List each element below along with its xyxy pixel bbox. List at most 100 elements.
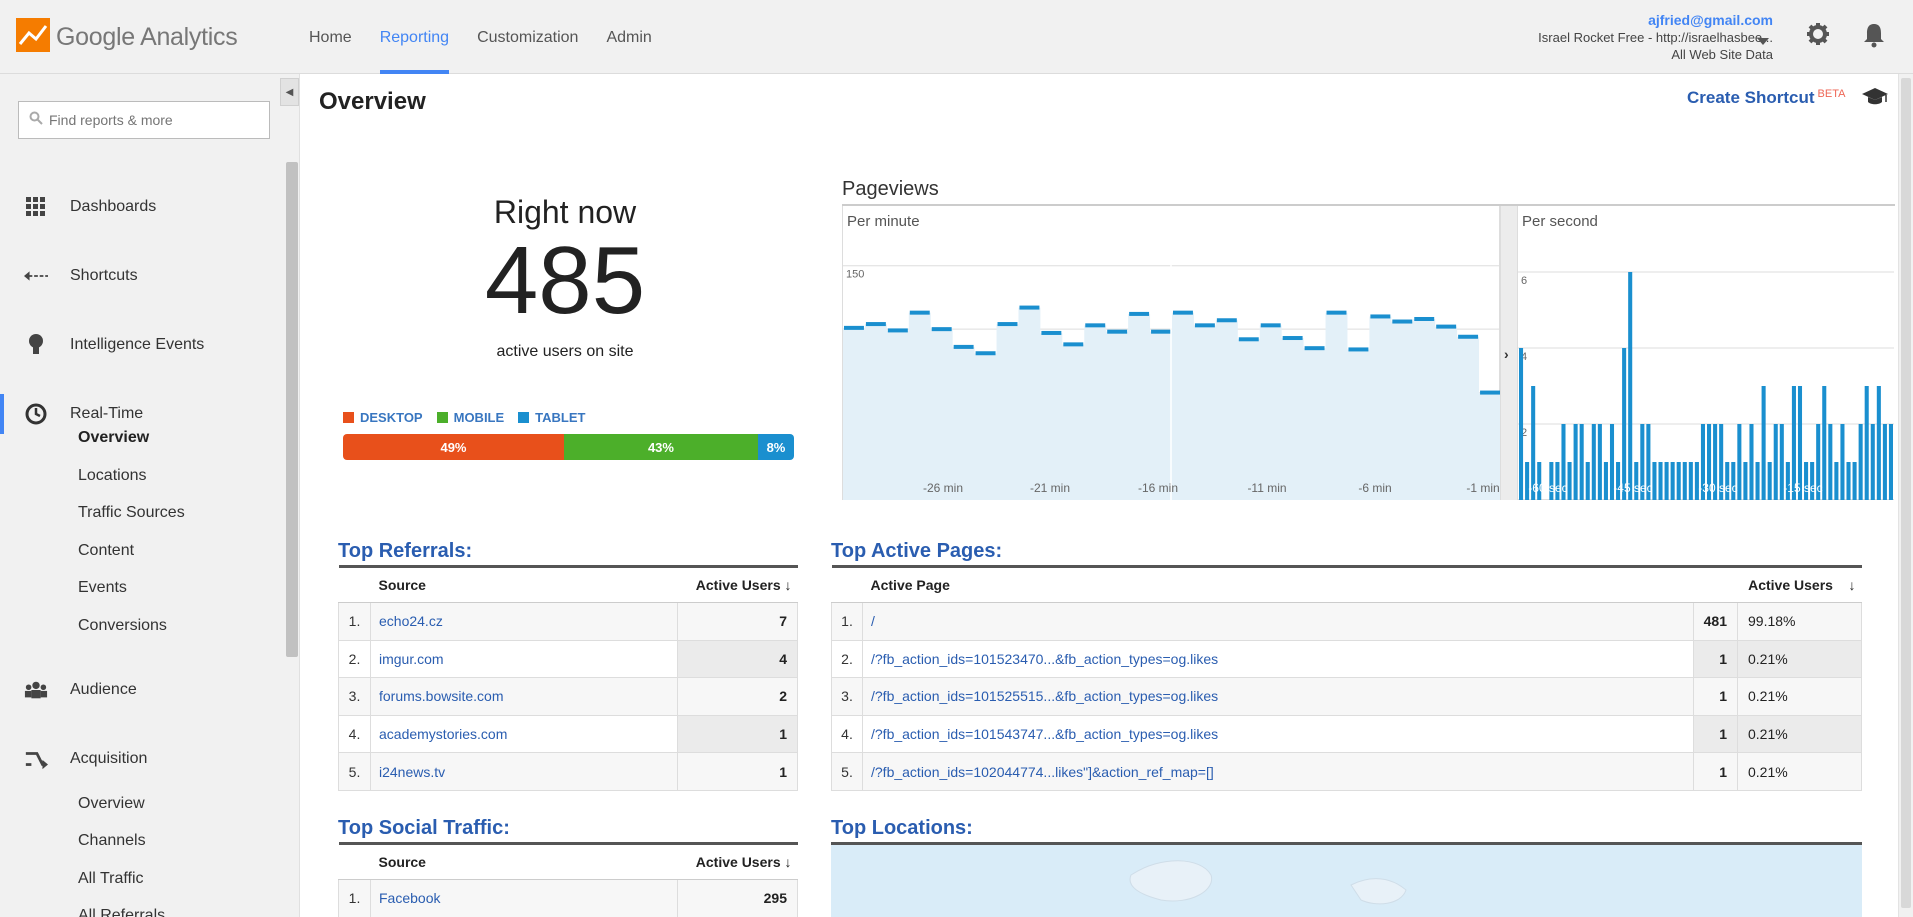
per-minute-step [1458,334,1479,339]
sidebar-sub-locations[interactable]: Locations [78,467,147,485]
row-index: 1. [338,879,371,917]
active-page-link[interactable]: / [862,602,1694,641]
col-active-users-header[interactable]: Active Users ↓ [677,843,798,880]
per-minute-step [1238,337,1259,342]
shortcuts-arrow-icon [24,264,48,288]
table-row: 4./?fb_action_ids=101543747...&fb_action… [831,714,1862,754]
per-second-bar [1846,462,1851,500]
legend-desktop-swatch [343,412,354,423]
active-users-value: 4 [677,639,798,679]
table-row: 3. forums.bowsite.com 2 [338,677,798,716]
legend-tablet-swatch [518,412,530,423]
account-selector[interactable]: ajfried@gmail.com Israel Rocket Free - h… [1538,12,1773,63]
sidebar-sub-traffic-sources[interactable]: Traffic Sources [78,504,185,522]
per-second-bar [1591,424,1596,500]
locations-map[interactable] [831,842,1862,917]
active-users-value: 1 [1693,639,1738,679]
col-active-users-header[interactable]: Active Users ↓ [677,566,798,603]
account-dropdown-icon[interactable] [1757,33,1769,51]
table-row: 5./?fb_action_ids=102044774...likes"]&ac… [831,752,1862,791]
sidebar-item-acquisition[interactable]: Acquisition [0,739,280,779]
graduation-cap-icon[interactable] [1862,86,1888,111]
active-users-count: 485 [484,227,646,334]
sidebar-sub-acq-overview[interactable]: Overview [78,795,145,813]
legend-mobile-label: MOBILE [453,410,505,425]
x-tick-label: -26 min [923,481,963,495]
sidebar-sub-all-referrals[interactable]: All Referrals [78,907,165,917]
sidebar-sub-content[interactable]: Content [78,542,134,560]
sidebar-sub-realtime-overview[interactable]: Overview [78,429,149,447]
settings-gear-icon[interactable] [1806,22,1830,51]
row-index: 2. [831,639,863,679]
active-users-label: active users on site [496,343,634,360]
collapse-sidebar-button[interactable]: ◀ [280,78,299,106]
chart-expand-handle[interactable]: › [1500,206,1518,500]
sidebar-sub-channels[interactable]: Channels [78,832,146,850]
per-second-bar [1749,424,1754,500]
active-page-link[interactable]: /?fb_action_ids=101523470...&fb_action_t… [862,639,1694,679]
audience-people-icon [24,678,48,702]
per-minute-step [1085,323,1106,328]
create-shortcut-link[interactable]: Create Shortcut BETA [1687,88,1845,108]
col-active-users-label: Active Users [695,577,781,593]
find-reports-search[interactable] [18,101,270,139]
per-second-bar [1743,462,1748,500]
table-row: 1. echo24.cz 7 [338,602,798,641]
per-second-bar [1628,272,1633,500]
active-page-link[interactable]: /?fb_action_ids=102044774...likes"]&acti… [862,752,1694,791]
page-scrollbar-thumb[interactable] [1901,78,1911,908]
sidebar-item-intelligence-events[interactable]: Intelligence Events [0,325,280,365]
source-link[interactable]: academystories.com [370,714,678,754]
notifications-bell-icon[interactable] [1862,22,1886,53]
clock-icon [24,402,48,426]
sidebar: ◀ Dashboards Shortcuts Intelligence Even… [0,74,300,917]
per-second-bar [1603,462,1608,500]
per-second-bar [1858,424,1863,500]
sidebar-sub-events[interactable]: Events [78,579,127,597]
source-link[interactable]: imgur.com [370,639,678,679]
row-index: 4. [338,714,371,754]
col-active-users-header[interactable]: Active Users ↓ [1693,566,1862,603]
sidebar-scrollbar[interactable] [286,162,298,657]
nav-home[interactable]: Home [309,0,352,74]
col-index-header [831,566,863,603]
nav-reporting[interactable]: Reporting [379,0,450,74]
active-users-value: 1 [1693,752,1738,791]
x-tick-label: -15 sec [1783,481,1822,495]
sidebar-item-realtime[interactable]: Real-Time [0,394,280,434]
find-reports-input[interactable] [49,112,249,128]
active-page-link[interactable]: /?fb_action_ids=101543747...&fb_action_t… [862,714,1694,754]
active-page-link[interactable]: /?fb_action_ids=101525515...&fb_action_t… [862,677,1694,716]
page-title: Overview [319,88,426,115]
sidebar-item-dashboards[interactable]: Dashboards [0,187,280,227]
col-index-header [338,843,371,880]
sidebar-item-audience[interactable]: Audience [0,670,280,710]
create-shortcut-label: Create Shortcut [1687,88,1815,107]
page-scrollbar[interactable] [1898,74,1913,917]
per-second-bar [1664,462,1669,500]
sidebar-sub-conversions[interactable]: Conversions [78,617,167,635]
legend-mobile-swatch [436,412,448,423]
source-link[interactable]: forums.bowsite.com [370,677,678,716]
source-link[interactable]: echo24.cz [370,602,678,641]
nav-admin[interactable]: Admin [606,0,651,74]
sidebar-item-shortcuts[interactable]: Shortcuts [0,256,280,296]
per-second-label: Per second [1522,213,1598,230]
acquisition-arrows-icon [24,747,48,771]
per-second-bar [1567,462,1572,500]
per-second-bar [1761,386,1766,500]
per-second-bar [1622,348,1627,500]
sidebar-sub-all-traffic[interactable]: All Traffic [78,870,144,888]
row-index: 4. [831,714,863,754]
per-second-bar [1755,462,1760,500]
per-second-bar [1676,462,1681,500]
x-tick-label: -6 min [1358,481,1391,495]
source-link[interactable]: i24news.tv [370,752,678,791]
active-users-value: 295 [677,879,798,917]
source-link[interactable]: Facebook [370,879,678,917]
tablet-segment: 8% [757,434,794,460]
dashboards-grid-icon [24,195,48,219]
active-users-value: 7 [677,602,798,641]
nav-customization[interactable]: Customization [477,0,578,74]
google-analytics-logo[interactable]: Google Analytics [16,18,238,57]
